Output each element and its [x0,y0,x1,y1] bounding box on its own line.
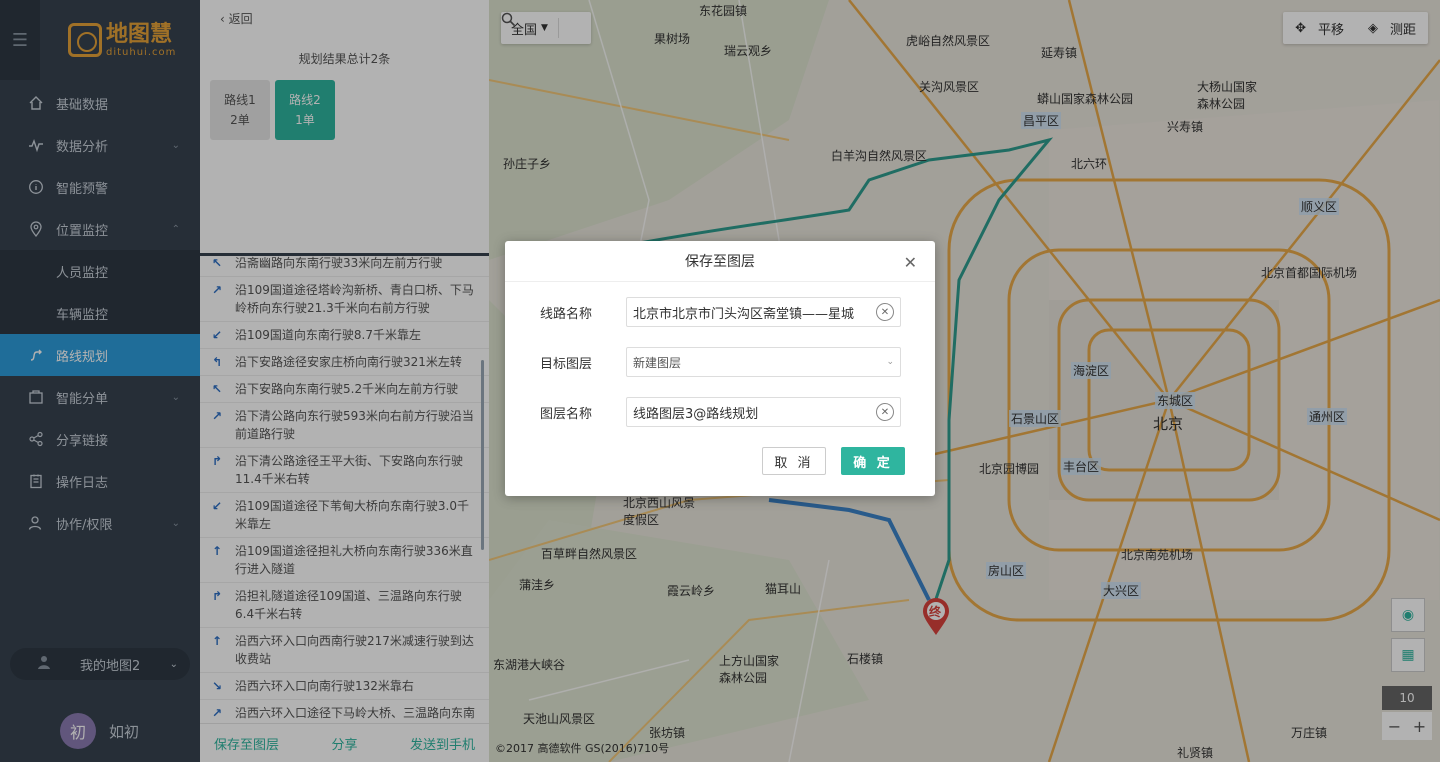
layer-name-input[interactable]: 线路图层3@路线规划 ✕ [626,397,901,427]
target-layer-select[interactable]: 新建图层 ⌄ [626,347,901,377]
target-layer-value: 新建图层 [633,355,682,370]
clear-icon[interactable]: ✕ [876,403,894,421]
route-name-row: 线路名称 北京市北京市门头沟区斋堂镇——星城 ✕ [540,297,901,327]
clear-icon[interactable]: ✕ [876,303,894,321]
confirm-button[interactable]: 确 定 [841,447,905,475]
layer-name-label: 图层名称 [540,406,593,422]
target-layer-label: 目标图层 [540,356,593,372]
dialog-title: 保存至图层 [685,254,755,270]
route-name-input[interactable]: 北京市北京市门头沟区斋堂镇——星城 ✕ [626,297,901,327]
layer-name-value: 线路图层3@路线规划 [633,406,759,422]
route-name-value: 北京市北京市门头沟区斋堂镇——星城 [633,306,855,322]
save-to-layer-dialog: 保存至图层 ✕ 线路名称 北京市北京市门头沟区斋堂镇——星城 ✕ 目标图层 新建… [505,241,935,496]
target-layer-row: 目标图层 新建图层 ⌄ [540,347,901,377]
close-icon[interactable]: ✕ [904,253,917,272]
route-name-label: 线路名称 [540,306,593,322]
layer-name-row: 图层名称 线路图层3@路线规划 ✕ [540,397,901,427]
cancel-button[interactable]: 取 消 [762,447,826,475]
chevron-down-icon: ⌄ [886,357,894,367]
